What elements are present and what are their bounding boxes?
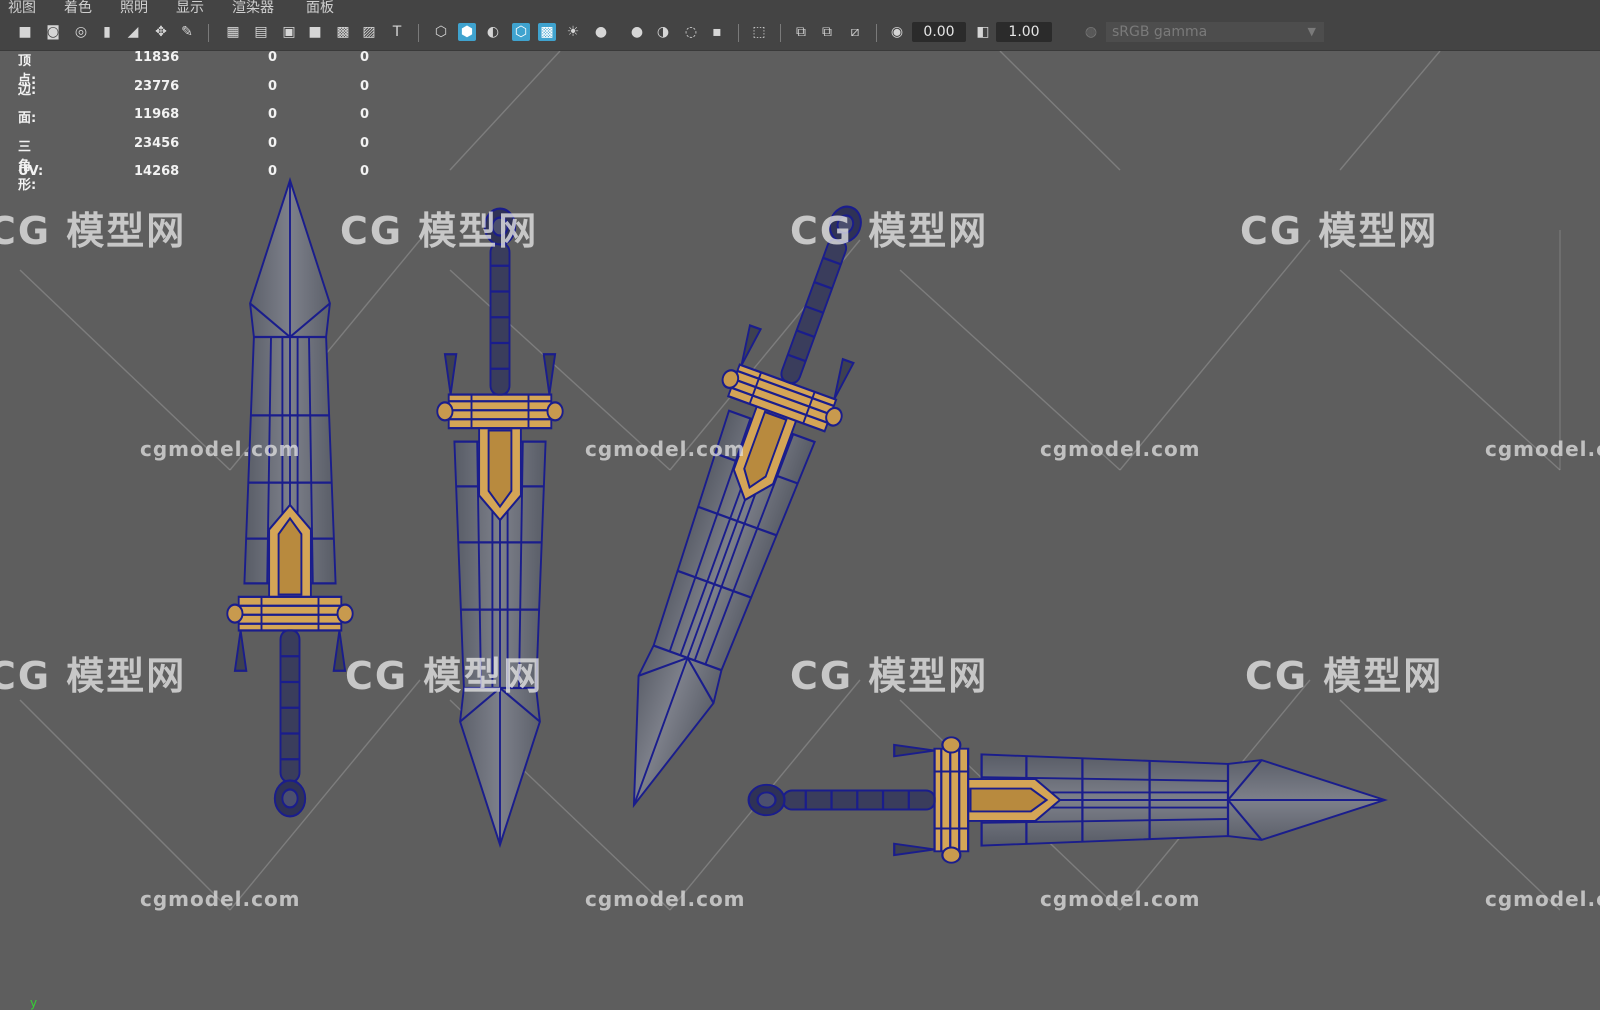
exposure-field[interactable]: 0.00 [912, 22, 966, 42]
default-material-icon[interactable]: ◐ [484, 23, 502, 41]
chevron-down-icon: ▼ [1307, 25, 1316, 38]
toolbar-separator [876, 24, 877, 42]
wireframe-on-shaded-icon[interactable]: ⬡ [512, 23, 530, 41]
gamma-field[interactable]: 1.00 [996, 22, 1052, 42]
toolbar-separator [208, 24, 209, 42]
grid-icon[interactable]: ▦ [224, 23, 242, 41]
multisample-aa-icon[interactable]: ◌ [682, 23, 700, 41]
camera-icon[interactable]: ■ [16, 23, 34, 41]
watermark-logo: CG 模型网 [340, 209, 539, 253]
sword-model-2[interactable] [436, 207, 564, 846]
axis-indicator-y: y [30, 996, 38, 1010]
xray-active-icon[interactable]: ⧉ [818, 23, 836, 41]
toolbar-separator [738, 24, 739, 42]
watermark-text: cgmodel.com [140, 437, 301, 461]
depth-of-field-icon[interactable]: ▪ [708, 23, 726, 41]
film-gate-icon[interactable]: ▤ [252, 23, 270, 41]
bookmark-icon[interactable]: ▮ [98, 23, 116, 41]
watermark-text: cgmodel.com [585, 437, 746, 461]
exposure-icon[interactable]: ◉ [888, 23, 906, 41]
sword-model-3[interactable] [573, 184, 912, 828]
wireframe-icon[interactable]: ⬡ [432, 23, 450, 41]
watermark-logo: CG 模型网 [1240, 209, 1439, 253]
resolution-gate-icon[interactable]: ▣ [280, 23, 298, 41]
backface-culling-icon[interactable]: ⧄ [846, 23, 864, 41]
xray-icon[interactable]: ▩ [538, 23, 556, 41]
color-space-value: sRGB gamma [1112, 24, 1208, 40]
motion-blur-icon[interactable]: ◑ [654, 23, 672, 41]
isolate-select-icon[interactable]: ⬚ [750, 23, 768, 41]
camera-lock-icon[interactable]: ◙ [44, 23, 62, 41]
watermark-logo: CG 模型网 [0, 654, 187, 698]
watermark-text: cgmodel.com [1040, 437, 1201, 461]
safe-title-icon[interactable]: T [388, 23, 406, 41]
shadows-icon[interactable]: ● [592, 23, 610, 41]
field-chart-icon[interactable]: ▩ [334, 23, 352, 41]
watermark-text: cgmodel.com [1040, 887, 1201, 911]
camera-attr-icon[interactable]: ◎ [72, 23, 90, 41]
2d-pan-icon[interactable]: ✥ [152, 23, 170, 41]
gate-mask-icon[interactable]: ■ [306, 23, 324, 41]
watermark-logo: CG 模型网 [1245, 654, 1444, 698]
watermark-text: cgmodel.com [140, 887, 301, 911]
3d-viewport[interactable] [0, 51, 1600, 1010]
sword-model-1[interactable] [226, 179, 354, 818]
watermark-logo: CG 模型网 [345, 654, 544, 698]
toolbar-separator [418, 24, 419, 42]
menu-bar: 视图 着色 照明 显示 渲染器 面板 [0, 0, 1600, 16]
viewport-toolbar: ■ ◙ ◎ ▮ ◢ ✥ ✎ ▦ ▤ ▣ ■ ▩ ▨ T ⬡ ⬢ ◐ ⬡ ▩ ☀ … [0, 14, 1600, 51]
image-plane-icon[interactable]: ◢ [124, 23, 142, 41]
watermark-text: cgmodel.com [585, 887, 746, 911]
xray-joints-icon[interactable]: ⧉ [792, 23, 810, 41]
use-lights-icon[interactable]: ☀ [564, 23, 582, 41]
smooth-shade-icon[interactable]: ⬢ [458, 23, 476, 41]
watermark-text: cgmodel.com [1485, 437, 1600, 461]
gamma-icon[interactable]: ◧ [974, 23, 992, 41]
grease-pencil-icon[interactable]: ✎ [178, 23, 196, 41]
color-space-dropdown[interactable]: sRGB gamma ▼ [1106, 22, 1324, 42]
color-management-icon[interactable]: ◍ [1082, 23, 1100, 41]
watermark-text: cgmodel.com [1485, 887, 1600, 911]
watermark-logo: CG 模型网 [790, 209, 989, 253]
sword-model-4[interactable] [747, 736, 1386, 864]
toolbar-separator [780, 24, 781, 42]
screen-space-ao-icon[interactable]: ● [628, 23, 646, 41]
watermark-logo: CG 模型网 [0, 209, 187, 253]
safe-action-icon[interactable]: ▨ [360, 23, 378, 41]
watermark-logo: CG 模型网 [790, 654, 989, 698]
